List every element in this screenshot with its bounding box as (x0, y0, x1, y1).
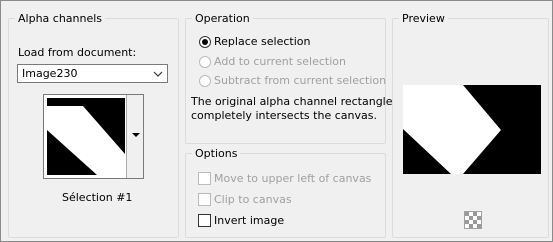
checkbox[interactable] (198, 172, 211, 185)
checkbox-label: Clip to canvas (214, 193, 292, 206)
radio-label: Subtract from current selection (214, 74, 387, 87)
document-select[interactable]: Image230 (17, 64, 168, 83)
dropdown-arrow-icon (132, 133, 140, 137)
checkbox[interactable] (198, 214, 211, 227)
preview-title: Preview (399, 11, 448, 27)
selection-name-label: Sélection #1 (62, 191, 133, 204)
operation-message-line-1: The original alpha channel rectangle (191, 95, 393, 108)
preview-canvas (403, 85, 541, 174)
operation-title: Operation (192, 11, 253, 27)
thumbnail-dropdown-button[interactable] (126, 95, 143, 178)
options-title: Options (192, 146, 241, 162)
radio-label: Replace selection (214, 35, 311, 48)
checkbox[interactable] (198, 193, 211, 206)
preview-shape-image (403, 85, 501, 174)
alpha-channels-title: Alpha channels (15, 11, 106, 27)
checkerboard-icon (465, 212, 481, 228)
radio-dot (202, 39, 208, 45)
checkbox-label: Invert image (214, 214, 285, 227)
radio-label: Add to current selection (214, 55, 346, 68)
channel-thumbnail-picker[interactable] (43, 94, 144, 179)
chevron-down-icon (153, 71, 163, 77)
preview-transparency-icon[interactable] (464, 211, 482, 229)
channel-shape-image (47, 106, 125, 175)
radio-button[interactable] (199, 75, 211, 87)
checkbox-label: Move to upper left of canvas (214, 172, 372, 185)
load-from-document-label: Load from document: (18, 46, 137, 59)
alpha-channels-dialog: Alpha channels Load from document: Image… (0, 0, 553, 242)
document-select-value: Image230 (22, 67, 78, 80)
channel-thumbnail (47, 98, 125, 175)
radio-button[interactable] (199, 36, 211, 48)
radio-button[interactable] (199, 56, 211, 68)
operation-message-line-2: completely intersects the canvas. (191, 109, 377, 122)
